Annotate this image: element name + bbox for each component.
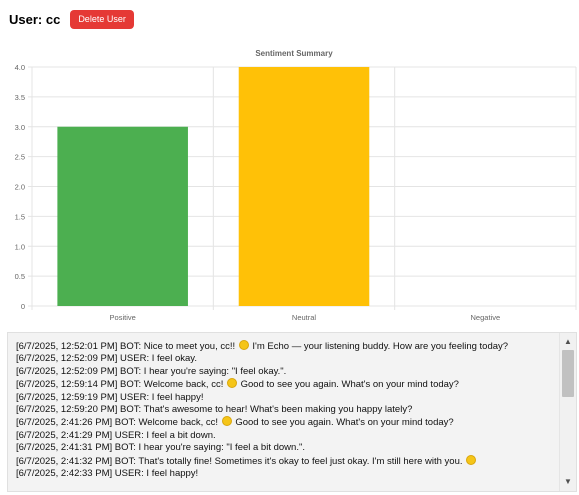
user-header: User: cc Delete User [9, 8, 134, 30]
chat-log-line: [6/7/2025, 2:42:33 PM] USER: I feel happ… [16, 468, 199, 480]
y-tick-label: 1.5 [15, 212, 25, 221]
chat-log-line: [6/7/2025, 12:52:01 PM] BOT: Nice to mee… [16, 340, 509, 352]
x-tick-label: Negative [471, 313, 501, 322]
y-tick-label: 3.0 [15, 123, 25, 132]
delete-user-button[interactable]: Delete User [70, 9, 134, 29]
chat-log-line: [6/7/2025, 2:41:32 PM] BOT: That's total… [16, 454, 556, 468]
chat-log-line: [6/7/2025, 12:59:19 PM] USER: I feel hap… [16, 391, 204, 403]
y-tick-label: 0.5 [15, 272, 25, 281]
y-tick-label: 1.0 [15, 242, 25, 251]
smile-emoji [221, 416, 232, 427]
chevron-up-icon[interactable]: ▲ [560, 335, 576, 349]
y-tick-label: 2.0 [15, 183, 25, 192]
chevron-down-icon[interactable]: ▼ [560, 475, 576, 489]
y-tick-label: 0 [21, 302, 25, 311]
chat-log-line: [6/7/2025, 12:59:20 PM] BOT: That's awes… [16, 404, 413, 416]
chat-log-panel[interactable]: [6/7/2025, 12:52:01 PM] BOT: Nice to mee… [7, 332, 577, 492]
sentiment-chart-svg: Sentiment Summary 0 0.5 1.0 1.5 2.0 2.5 3.0 3.5… [15, 49, 577, 322]
x-tick-label: Neutral [292, 313, 317, 322]
chat-log-line: [6/7/2025, 12:52:09 PM] USER: I feel oka… [16, 353, 197, 365]
y-tick-label: 4.0 [15, 63, 25, 72]
chat-log-line: [6/7/2025, 2:41:31 PM] BOT: I hear you'r… [16, 442, 305, 454]
smile-emoji [226, 378, 237, 389]
chat-log-line: [6/7/2025, 2:41:29 PM] USER: I feel a bi… [16, 429, 216, 441]
sentiment-chart: Sentiment Summary 0 0.5 1.0 1.5 2.0 2.5 3.0 3.5… [0, 44, 579, 326]
bar-neutral[interactable] [238, 67, 370, 306]
y-tick-label: 3.5 [15, 93, 25, 102]
scrollbar[interactable]: ▲ ▼ [559, 333, 576, 491]
chat-log-line: [6/7/2025, 12:59:14 PM] BOT: Welcome bac… [16, 378, 459, 391]
smile-emoji [466, 454, 477, 465]
chat-log-line: [6/7/2025, 12:52:09 PM] BOT: I hear you'… [16, 365, 287, 377]
chat-log: [6/7/2025, 12:52:01 PM] BOT: Nice to mee… [16, 340, 556, 480]
smile-emoji [238, 340, 249, 350]
user-title: User: cc [9, 11, 61, 27]
y-tick-label: 2.5 [15, 153, 25, 162]
chat-log-line: [6/7/2025, 2:41:26 PM] BOT: Welcome back… [16, 416, 454, 429]
bar-positive[interactable] [57, 126, 188, 306]
scroll-thumb[interactable] [562, 350, 574, 397]
chart-title: Sentiment Summary [255, 49, 333, 58]
x-tick-label: Positive [110, 313, 136, 322]
